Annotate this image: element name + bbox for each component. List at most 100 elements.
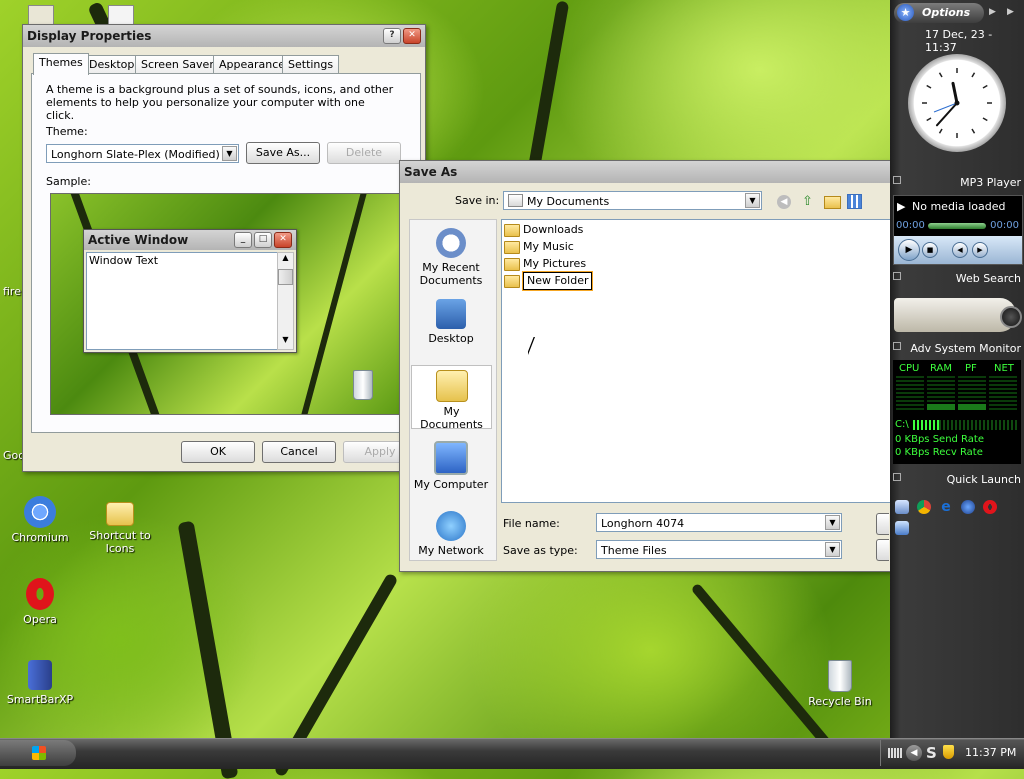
star-icon: ★ (897, 4, 914, 21)
desktop-icon-label: Shortcut to Icons (89, 529, 151, 555)
cancel-button-partial[interactable] (876, 539, 889, 561)
desktop-icon-label: Recycle Bin (808, 695, 872, 708)
save-button-partial[interactable] (876, 513, 889, 535)
monitor-col-ram: RAM (930, 363, 953, 374)
internet-explorer-icon[interactable]: e (939, 500, 953, 514)
folder-icon (504, 274, 520, 288)
my-network-icon (436, 511, 466, 541)
theme-select[interactable]: Longhorn Slate-Plex (Modified) ▼ (46, 144, 239, 163)
file-name-input[interactable]: Longhorn 4074 ▼ (596, 513, 842, 532)
desktop-icon-shortcut-to-icons[interactable]: Shortcut to Icons (84, 496, 156, 555)
ok-button[interactable]: OK (181, 441, 255, 463)
mp3-progress-bar[interactable] (928, 223, 986, 229)
save-type-select[interactable]: Theme Files ▼ (596, 540, 842, 559)
pf-meter (958, 376, 986, 410)
play-icon[interactable]: ▶ (898, 239, 920, 261)
monitor-col-pf: PF (965, 363, 977, 374)
close-icon: ✕ (274, 232, 292, 248)
chevron-down-icon[interactable]: ▼ (825, 515, 840, 530)
previous-icon[interactable]: ◀ (952, 242, 968, 258)
play-indicator-icon: ▶ (897, 200, 906, 213)
cpu-meter (896, 376, 924, 410)
folder-icon (504, 223, 520, 237)
desktop-icon-opera[interactable]: Opera (4, 578, 76, 626)
chevron-down-icon[interactable]: ▼ (825, 542, 840, 557)
save-in-label: Save in: (455, 194, 500, 207)
s-tray-icon[interactable]: S (926, 744, 937, 762)
drive-label: C:\ (895, 419, 909, 430)
cancel-button[interactable]: Cancel (262, 441, 336, 463)
tab-desktop[interactable]: Desktop (83, 55, 141, 74)
my-documents-folder-icon (435, 370, 468, 402)
display-properties-titlebar[interactable]: Display Properties ? ✕ (23, 25, 425, 47)
chevron-down-icon[interactable]: ▼ (222, 146, 237, 161)
save-type-value: Theme Files (601, 544, 667, 557)
place-my-documents[interactable]: My Documents (411, 365, 492, 431)
mp3-time-start: 00:00 (896, 220, 925, 231)
tab-settings[interactable]: Settings (282, 55, 340, 74)
web-search-input[interactable] (894, 298, 1016, 332)
options-label: Options (922, 6, 971, 19)
sample-window-text: Window Text (89, 254, 159, 267)
back-icon[interactable]: ◀ (777, 195, 791, 209)
keyboard-icon[interactable] (888, 748, 902, 758)
list-item-new-folder[interactable]: New Folder (504, 271, 594, 291)
browser-icon[interactable] (961, 500, 975, 514)
save-as-button[interactable]: Save As... (246, 142, 320, 164)
mp3-time-end: 00:00 (990, 220, 1019, 231)
desktop-icon-label-partial: firel (3, 285, 25, 298)
place-label: My Network (418, 544, 484, 557)
chrome-icon[interactable] (917, 500, 931, 514)
list-item[interactable]: My Pictures (504, 256, 586, 272)
ram-meter (927, 376, 955, 410)
tab-screen-saver[interactable]: Screen Saver (135, 55, 220, 74)
security-shield-icon[interactable] (943, 745, 954, 759)
close-button[interactable]: ✕ (403, 28, 421, 44)
desktop-icon-recycle-bin[interactable]: Recycle Bin (804, 660, 876, 708)
help-button[interactable]: ? (383, 28, 401, 44)
place-my-computer[interactable]: My Computer (410, 441, 492, 491)
tab-themes[interactable]: Themes (33, 53, 89, 75)
place-desktop[interactable]: Desktop (410, 299, 492, 345)
recycle-bin-icon (353, 370, 373, 400)
show-desktop-icon[interactable] (895, 500, 909, 514)
theme-description: A theme is a background plus a set of so… (46, 83, 394, 122)
switch-windows-icon[interactable] (895, 521, 909, 535)
recycle-bin-icon (828, 660, 852, 692)
opera-icon[interactable] (983, 500, 997, 514)
chevron-left-icon[interactable]: ◀ (906, 745, 922, 761)
new-folder-icon[interactable] (824, 196, 841, 209)
start-button[interactable] (0, 740, 76, 766)
next-icon[interactable]: ▶ (972, 242, 988, 258)
search-icon[interactable] (1000, 306, 1022, 328)
clock-minute-hand (935, 102, 958, 127)
clock-tick (938, 128, 943, 134)
mp3-status: No media loaded (912, 200, 1006, 213)
smartbarxp-icon (28, 660, 52, 690)
place-my-network[interactable]: My Network (410, 511, 492, 557)
chevron-down-icon[interactable]: ▼ (745, 193, 760, 208)
pictures-folder-icon (504, 257, 520, 271)
clock-tick (982, 84, 988, 89)
stop-icon[interactable]: ■ (922, 242, 938, 258)
chevron-right-icon[interactable]: ▶ (989, 7, 996, 17)
mp3-player-title: MP3 Player (960, 176, 1021, 189)
sidebar-options-button[interactable]: ★ Options (894, 3, 984, 23)
up-folder-icon[interactable]: ⇧ (800, 194, 815, 209)
taskbar-clock[interactable]: 11:37 PM (965, 746, 1016, 759)
list-item[interactable]: Downloads (504, 222, 583, 238)
place-my-recent-documents[interactable]: My Recent Documents (410, 228, 492, 287)
view-menu-icon[interactable] (847, 194, 862, 209)
save-type-label: Save as type: (503, 544, 578, 557)
file-name-label: File name: (503, 517, 560, 530)
desktop-icon-chromium[interactable]: Chromium (4, 496, 76, 544)
mp3-controls: ▶ ■ ◀ ▶ (894, 236, 1022, 264)
list-item[interactable]: My Music (504, 239, 574, 255)
save-in-select[interactable]: My Documents ▼ (503, 191, 762, 210)
save-as-titlebar[interactable]: Save As (400, 161, 890, 183)
rename-field[interactable]: New Folder (521, 271, 594, 291)
chevron-right-icon[interactable]: ▶ (1007, 7, 1014, 17)
desktop-icon-smartbarxp[interactable]: SmartBarXP (4, 660, 76, 706)
delete-button[interactable]: Delete (327, 142, 401, 164)
tab-appearance[interactable]: Appearance (213, 55, 292, 74)
